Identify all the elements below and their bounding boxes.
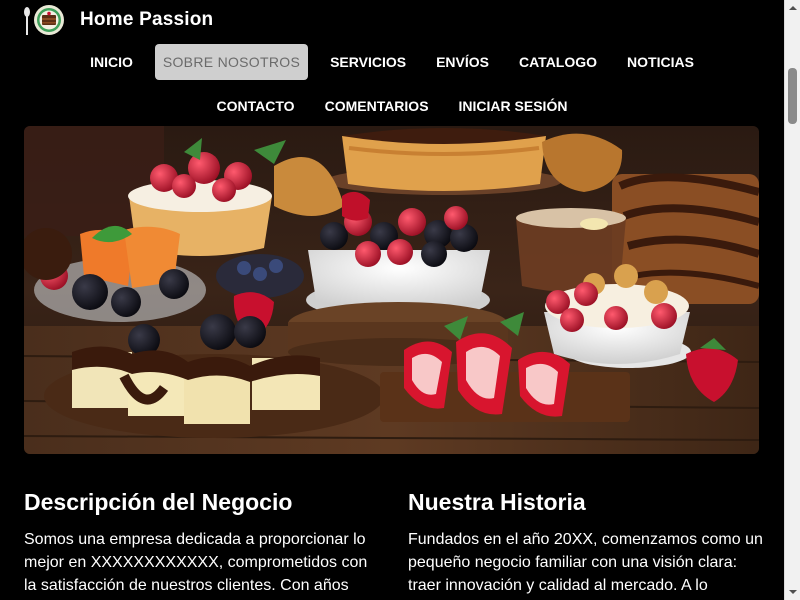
nav-item-noticias[interactable]: NOTICIAS — [619, 44, 702, 80]
nav-item-comentarios[interactable]: COMENTARIOS — [317, 88, 437, 124]
nav-item-contacto[interactable]: CONTACTO — [209, 88, 303, 124]
our-history-section: Nuestra Historia Fundados en el año 20XX… — [408, 484, 763, 597]
page: Home Passion INICIO SOBRE NOSOTROS SERVI… — [0, 0, 784, 600]
scrollbar-thumb[interactable] — [788, 68, 797, 124]
vertical-scrollbar[interactable] — [784, 0, 800, 600]
nav-item-inicio[interactable]: INICIO — [82, 44, 141, 80]
nav-item-envios[interactable]: ENVÍOS — [428, 44, 497, 80]
main-nav-row-2: CONTACTO COMENTARIOS INICIAR SESIÓN — [0, 88, 784, 124]
nav-item-servicios[interactable]: SERVICIOS — [322, 44, 414, 80]
scroll-up-arrow-icon[interactable] — [785, 0, 800, 16]
brand[interactable]: Home Passion — [22, 4, 213, 36]
business-description-title: Descripción del Negocio — [24, 489, 293, 515]
our-history-text: Fundados en el año 20XX, comenzamos como… — [408, 531, 763, 594]
brand-title: Home Passion — [80, 9, 214, 30]
nav-item-catalogo[interactable]: CATALOGO — [511, 44, 605, 80]
hero-desserts-image — [24, 126, 759, 454]
our-history-title: Nuestra Historia — [408, 489, 586, 515]
chocolate-cake-logo-icon — [22, 4, 66, 36]
nav-item-sobre-nosotros[interactable]: SOBRE NOSOTROS — [154, 44, 309, 80]
main-nav-row-1: INICIO SOBRE NOSOTROS SERVICIOS ENVÍOS C… — [0, 44, 784, 80]
business-description-section: Descripción del Negocio Somos una empres… — [24, 484, 379, 597]
business-description-text: Somos una empresa dedicada a proporciona… — [24, 531, 368, 594]
nav-item-iniciar-sesion[interactable]: INICIAR SESIÓN — [451, 88, 576, 124]
scroll-down-arrow-icon[interactable] — [785, 584, 800, 600]
